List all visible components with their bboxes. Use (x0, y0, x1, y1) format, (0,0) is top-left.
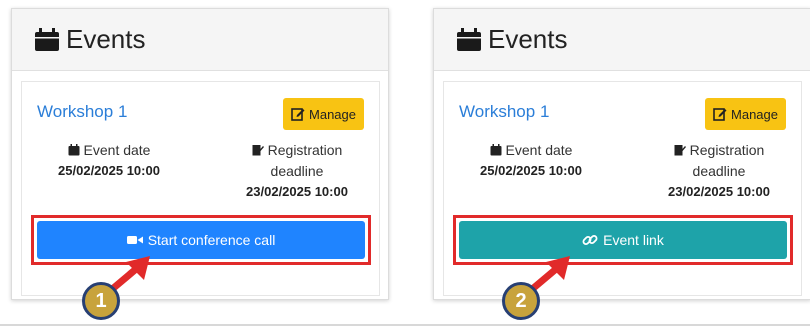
panel-header: Events (434, 9, 810, 71)
registration-deadline-block: Registration deadline 23/02/2025 10:00 (644, 142, 794, 199)
event-link-button[interactable]: Event link (459, 221, 787, 259)
event-date-value: 25/02/2025 10:00 (58, 163, 160, 178)
events-panel-1: Events Workshop 1 Manage Event date 25/0… (11, 8, 389, 300)
manage-button[interactable]: Manage (705, 98, 786, 130)
highlight-box: Start conference call (31, 215, 371, 265)
event-date-label: Event date (466, 142, 596, 158)
manage-label: Manage (731, 106, 778, 122)
highlight-box: Event link (453, 215, 793, 265)
calendar-icon (35, 27, 59, 51)
event-date-block: Event date 25/02/2025 10:00 (466, 142, 596, 178)
event-date-value: 25/02/2025 10:00 (480, 163, 582, 178)
edit-icon (291, 108, 305, 121)
registration-label: Registration (644, 142, 794, 158)
event-date-text: Event date (83, 142, 151, 158)
event-card: Workshop 1 Manage Event date 25/02/2025 … (21, 81, 380, 296)
link-icon (582, 235, 598, 245)
registration-text: Registration (689, 142, 765, 158)
calendar-icon (68, 144, 80, 156)
edit-icon (713, 108, 727, 121)
registration-text: Registration (267, 142, 343, 158)
video-camera-icon (126, 236, 143, 244)
step-badge-1: 1 (82, 282, 120, 320)
registration-deadline-value: 23/02/2025 10:00 (668, 184, 770, 199)
registration-deadline-block: Registration deadline 23/02/2025 10:00 (222, 142, 372, 199)
events-panel-2: Events Workshop 1 Manage Event date 25/0… (433, 8, 810, 300)
step-badge-2: 2 (502, 282, 540, 320)
deadline-text: deadline (692, 163, 746, 179)
calendar-icon (490, 144, 502, 156)
panel-header: Events (12, 9, 388, 71)
event-date-label: Event date (44, 142, 174, 158)
signature-icon (674, 145, 686, 156)
signature-icon (252, 145, 264, 156)
start-conference-call-button[interactable]: Start conference call (37, 221, 365, 259)
event-name-link[interactable]: Workshop 1 (37, 102, 127, 122)
manage-button[interactable]: Manage (283, 98, 364, 130)
event-card: Workshop 1 Manage Event date 25/02/2025 … (443, 81, 802, 296)
registration-deadline-value: 23/02/2025 10:00 (246, 184, 348, 199)
calendar-icon (457, 27, 481, 51)
bottom-divider (0, 324, 810, 326)
registration-label: Registration (222, 142, 372, 158)
panel-title: Events (66, 24, 146, 54)
start-conference-call-label: Start conference call (147, 232, 276, 248)
deadline-text: deadline (270, 163, 324, 179)
event-date-block: Event date 25/02/2025 10:00 (44, 142, 174, 178)
event-link-label: Event link (603, 232, 664, 248)
event-name-link[interactable]: Workshop 1 (459, 102, 549, 122)
panel-title: Events (488, 24, 568, 54)
manage-label: Manage (309, 106, 356, 122)
event-date-text: Event date (505, 142, 573, 158)
